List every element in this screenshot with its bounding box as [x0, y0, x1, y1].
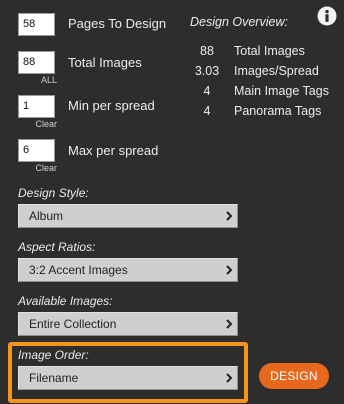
total-images-input[interactable]: 88: [18, 51, 55, 74]
design-style-label: Design Style:: [18, 186, 89, 200]
image-order-dropdown[interactable]: Filename: [18, 366, 238, 390]
overview-images-per-spread-label: Images/Spread: [234, 64, 319, 78]
overview-panorama-tags-label: Panorama Tags: [234, 104, 322, 118]
design-overview-title: Design Overview:: [190, 15, 288, 29]
available-images-dropdown[interactable]: Entire Collection: [18, 312, 238, 336]
overview-total-images-value: 88: [200, 44, 214, 58]
overview-main-image-tags-value: 4: [203, 84, 211, 98]
overview-main-image-tags-label: Main Image Tags: [234, 84, 329, 98]
image-order-label: Image Order:: [18, 348, 89, 362]
design-style-dropdown[interactable]: Album: [18, 204, 238, 228]
design-style-value: Album: [29, 209, 64, 223]
chevron-right-icon: [226, 319, 233, 329]
chevron-right-icon: [226, 265, 233, 275]
max-per-spread-input[interactable]: 6: [18, 139, 55, 162]
overview-total-images-label: Total Images: [234, 44, 305, 58]
min-per-spread-label: Min per spread: [68, 98, 155, 113]
pages-to-design-input[interactable]: 58: [18, 13, 55, 36]
aspect-ratios-value: 3:2 Accent Images: [29, 263, 128, 277]
aspect-ratios-dropdown[interactable]: 3:2 Accent Images: [18, 258, 238, 282]
overview-images-per-spread-value: 3.03: [194, 64, 220, 78]
design-button[interactable]: DESIGN: [259, 363, 329, 389]
chevron-right-icon: [226, 373, 233, 383]
available-images-label: Available Images:: [18, 294, 113, 308]
available-images-value: Entire Collection: [29, 317, 117, 331]
min-per-spread-input[interactable]: 1: [18, 95, 55, 118]
all-link[interactable]: ALL: [20, 75, 57, 85]
overview-panorama-tags-value: 4: [203, 104, 211, 118]
chevron-right-icon: [226, 211, 233, 221]
info-icon[interactable]: [317, 6, 337, 26]
min-clear-link[interactable]: Clear: [20, 119, 57, 129]
total-images-label: Total Images: [68, 55, 142, 70]
aspect-ratios-label: Aspect Ratios:: [18, 240, 96, 254]
max-per-spread-label: Max per spread: [68, 143, 159, 158]
image-order-value: Filename: [29, 371, 79, 385]
max-clear-link[interactable]: Clear: [20, 163, 57, 173]
pages-to-design-label: Pages To Design: [68, 16, 167, 31]
